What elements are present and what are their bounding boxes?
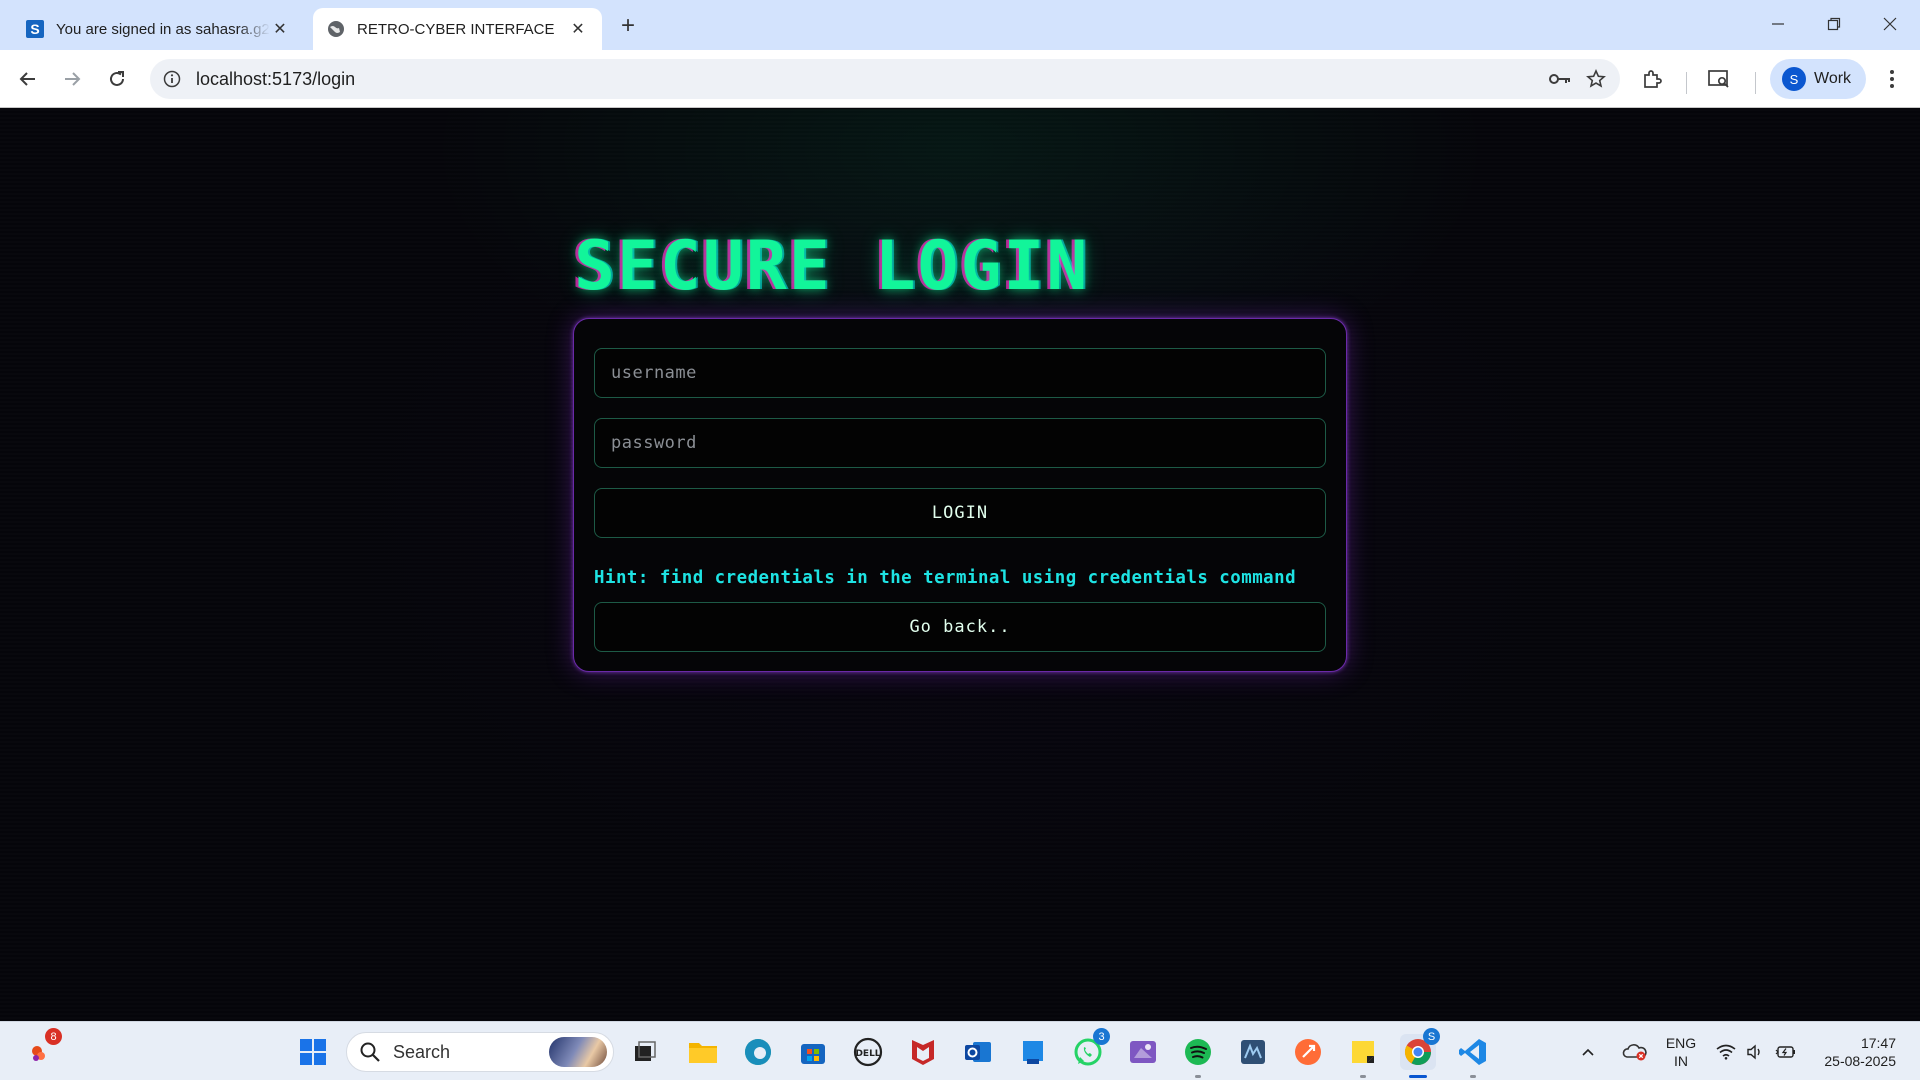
menu-icon[interactable]	[1876, 63, 1908, 95]
login-button[interactable]: LOGIN	[594, 488, 1326, 538]
taskbar-search[interactable]: Search	[346, 1032, 614, 1072]
running-indicator	[1195, 1075, 1201, 1078]
dell-icon[interactable]: DELL	[850, 1034, 886, 1070]
site-info-icon[interactable]	[162, 70, 182, 88]
language-indicator[interactable]: ENG IN	[1664, 1022, 1698, 1080]
spotify-icon[interactable]	[1180, 1034, 1216, 1078]
running-indicator	[1470, 1075, 1476, 1078]
widgets-icon[interactable]: 8	[22, 1028, 62, 1070]
tab-title: You are signed in as sahasra.g2	[56, 20, 270, 38]
edge-icon[interactable]	[740, 1034, 776, 1070]
taskbar: 8 Search DELL 3 S ENG IN 17:47 25-08-202…	[0, 1021, 1920, 1080]
tab-title: RETRO-CYBER INTERFACE	[357, 20, 555, 38]
clock[interactable]: 17:47 25-08-2025	[1810, 1022, 1896, 1080]
username-input[interactable]	[594, 348, 1326, 398]
go-back-button[interactable]: Go back..	[594, 602, 1326, 652]
credentials-hint: Hint: find credentials in the terminal u…	[594, 568, 1297, 588]
forward-button[interactable]	[56, 63, 88, 95]
restore-button[interactable]	[1810, 6, 1858, 42]
volume-icon	[1747, 1043, 1760, 1060]
whatsapp-icon[interactable]: 3	[1070, 1028, 1110, 1070]
login-card: LOGIN Hint: find credentials in the term…	[573, 318, 1347, 672]
close-tab-icon[interactable]: ✕	[568, 19, 588, 39]
avatar: S	[1782, 67, 1806, 91]
chrome-profile-badge: S	[1423, 1028, 1440, 1045]
start-button[interactable]	[295, 1034, 331, 1070]
vscode-icon[interactable]	[1455, 1034, 1491, 1078]
search-icon	[360, 1042, 380, 1062]
toolbar-divider	[1755, 72, 1756, 94]
close-window-button[interactable]	[1866, 6, 1914, 42]
mcafee-icon[interactable]	[905, 1034, 941, 1070]
search-highlight-image	[549, 1037, 607, 1067]
minimize-button[interactable]	[1754, 6, 1802, 42]
outlook-icon[interactable]	[960, 1034, 996, 1070]
microsoft-store-icon[interactable]	[795, 1034, 831, 1070]
s-favicon-icon: S	[26, 20, 44, 38]
chevron-up-icon	[1582, 1048, 1594, 1056]
tab-signed-in[interactable]: S You are signed in as sahasra.g2 ✕	[12, 8, 304, 50]
running-indicator	[1409, 1075, 1427, 1078]
show-hidden-icons-button[interactable]	[1580, 1022, 1596, 1080]
browser-toolbar: localhost:5173/login S Work	[0, 50, 1920, 108]
toolbar-divider	[1686, 72, 1687, 94]
reload-button[interactable]	[101, 63, 133, 95]
key-icon[interactable]	[1542, 63, 1578, 95]
wifi-icon	[1716, 1044, 1736, 1060]
language-label: ENG	[1665, 1034, 1697, 1051]
search-label: Search	[393, 1041, 451, 1062]
onedrive-icon[interactable]	[1622, 1022, 1648, 1080]
page-viewport: SECURE LOGIN LOGIN Hint: find credential…	[0, 109, 1920, 1021]
close-tab-icon[interactable]: ✕	[270, 19, 290, 39]
tab-search-icon[interactable]	[1703, 63, 1735, 95]
globe-icon	[327, 20, 345, 38]
file-explorer-icon[interactable]	[685, 1034, 721, 1070]
address-bar[interactable]: localhost:5173/login	[150, 59, 1620, 99]
app-icon-blue-book[interactable]	[1015, 1034, 1051, 1070]
whatsapp-badge: 3	[1093, 1028, 1110, 1045]
postman-icon[interactable]	[1290, 1034, 1326, 1070]
task-view-icon[interactable]	[627, 1034, 663, 1070]
date-label: 25-08-2025	[1824, 1052, 1896, 1069]
profile-label: Work	[1814, 70, 1852, 87]
page-title: SECURE LOGIN	[574, 227, 1090, 306]
svg-text:DELL: DELL	[855, 1049, 880, 1059]
extensions-icon[interactable]	[1636, 63, 1668, 95]
back-button[interactable]	[12, 63, 44, 95]
profile-button[interactable]: S Work	[1770, 59, 1866, 99]
region-label: IN	[1674, 1052, 1688, 1069]
running-indicator	[1360, 1075, 1366, 1078]
password-input[interactable]	[594, 418, 1326, 468]
chrome-icon[interactable]: S	[1400, 1028, 1440, 1078]
tab-retro-cyber[interactable]: RETRO-CYBER INTERFACE ✕	[313, 8, 602, 50]
new-tab-button[interactable]: +	[614, 12, 642, 40]
bookmark-star-icon[interactable]	[1578, 63, 1614, 95]
tab-strip: S You are signed in as sahasra.g2 ✕ RETR…	[0, 0, 1920, 50]
mysql-workbench-icon[interactable]	[1235, 1034, 1271, 1070]
quick-settings-button[interactable]	[1716, 1022, 1796, 1080]
battery-charging-icon	[1775, 1045, 1795, 1058]
time-label: 17:47	[1860, 1034, 1896, 1051]
url-text[interactable]: localhost:5173/login	[196, 69, 1542, 90]
photo-app-icon[interactable]	[1125, 1034, 1161, 1070]
sticky-notes-icon[interactable]	[1345, 1034, 1381, 1078]
widgets-badge: 8	[45, 1028, 62, 1045]
